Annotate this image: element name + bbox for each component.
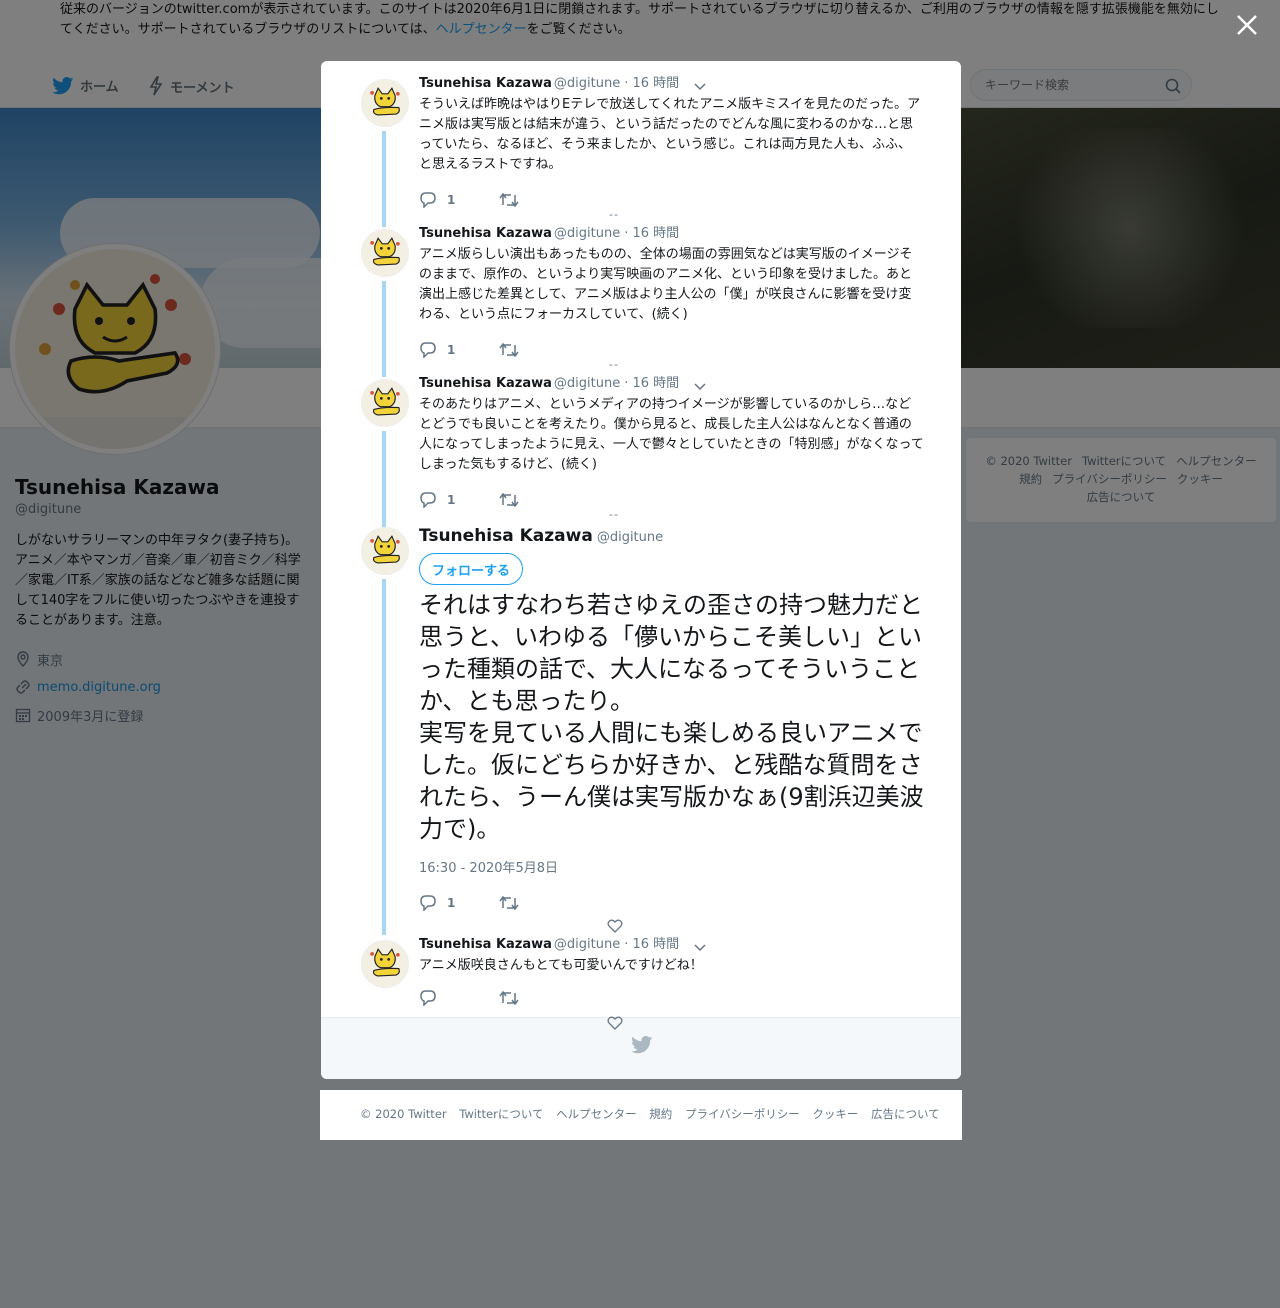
reply-icon (420, 342, 436, 358)
tweet-text: アニメ版らしい演出もあったものの、全体の場面の雰囲気などは実写版のイメージそのま… (419, 247, 913, 322)
tweet-header: Tsunehisa Kazawa @digitune · 16 時間 (419, 75, 679, 93)
retweet-button[interactable] (499, 492, 595, 508)
reply-button[interactable]: 1 (419, 895, 499, 911)
footer-link-about[interactable]: Twitterについて (459, 1107, 543, 1121)
tweet-author-name[interactable]: Tsunehisa Kazawa (419, 376, 552, 391)
tweet-author-name[interactable]: Tsunehisa Kazawa (419, 76, 552, 91)
chevron-down-icon[interactable] (693, 381, 707, 391)
reply-button[interactable]: 1 (419, 492, 499, 508)
close-icon[interactable] (1232, 10, 1262, 40)
footer-link-terms[interactable]: 規約 (649, 1107, 672, 1121)
tweet-header: Tsunehisa Kazawa @digitune · 16 時間 (419, 936, 679, 954)
thread-connector (382, 579, 386, 935)
retweet-icon (499, 342, 519, 358)
tweet-timestamp[interactable]: · 16 時間 (624, 76, 679, 91)
retweet-button[interactable] (499, 990, 595, 1006)
footer-copyright: © 2020 Twitter (360, 1107, 447, 1121)
thread-tweet[interactable]: Tsunehisa Kazawa @digitune · 16 時間 アニメ版らしい… (321, 225, 961, 377)
tweet-text: そのあたりはアニメ、というメディアの持つイメージが影響しているのかしら…などとど… (419, 397, 924, 472)
footer-link-help[interactable]: ヘルプセンター (556, 1107, 637, 1121)
tweet-author-handle[interactable]: @digitune (554, 937, 620, 952)
tweet-author-handle[interactable]: @digitune (597, 530, 663, 545)
like-heart-icon[interactable] (607, 919, 623, 933)
tweet-author-handle[interactable]: @digitune (554, 226, 620, 241)
chevron-down-icon[interactable] (693, 942, 707, 952)
reply-icon (420, 192, 436, 208)
reply-icon (420, 895, 436, 911)
thread-connector (382, 281, 386, 377)
thread-tweet[interactable]: Tsunehisa Kazawa @digitune · 16 時間 そういえば昨晩… (321, 75, 961, 227)
tweet-timestamp[interactable]: · 16 時間 (624, 937, 679, 952)
tweet-timestamp[interactable]: · 16 時間 (624, 226, 679, 241)
tweet-separator: -- (609, 508, 619, 521)
reply-icon (420, 990, 436, 1006)
reply-button[interactable] (419, 990, 499, 1006)
avatar[interactable] (361, 79, 409, 127)
focused-tweet-text-line: 実写を見ている人間にも楽しめる良いアニメでした。仮にどちらか好きか、と残酷な質問… (419, 719, 924, 843)
tweet-header: Tsunehisa Kazawa @digitune · 16 時間 (419, 225, 679, 243)
tweet-author-handle[interactable]: @digitune (554, 76, 620, 91)
reply-count: 1 (447, 493, 456, 507)
thread-connector (382, 131, 386, 227)
modal-footer (321, 1016, 961, 1079)
avatar[interactable] (361, 527, 409, 575)
tweet-author-handle[interactable]: @digitune (554, 376, 620, 391)
follow-button[interactable]: フォローする (419, 553, 524, 585)
tweet-text: そういえば昨晩はやはりEテレで放送してくれたアニメ版キミスイを見たのだった。アニ… (419, 97, 921, 172)
tweet-header: Tsunehisa Kazawa @digitune (419, 527, 663, 547)
tweet-thread-modal: Tsunehisa Kazawa @digitune · 16 時間 そういえば昨晩… (321, 61, 961, 1079)
reply-button[interactable]: 1 (419, 342, 499, 358)
thread-connector (382, 431, 386, 527)
retweet-icon (499, 990, 519, 1006)
like-heart-icon[interactable] (607, 1016, 623, 1030)
tweet-author-name[interactable]: Tsunehisa Kazawa (419, 226, 552, 241)
reply-button[interactable]: 1 (419, 192, 499, 208)
footer-link-privacy[interactable]: プライバシーポリシー (685, 1107, 800, 1121)
tweet-timestamp[interactable]: · 16 時間 (624, 376, 679, 391)
retweet-button[interactable] (499, 192, 595, 208)
footer-link-cookies[interactable]: クッキー (812, 1107, 858, 1121)
tweet-actions: 1 (419, 190, 595, 210)
tweet-actions: 1 (419, 893, 595, 913)
footer-link-ads[interactable]: 広告について (871, 1107, 940, 1121)
retweet-icon (499, 895, 519, 911)
reply-icon (420, 492, 436, 508)
twitter-bird-icon (631, 1036, 653, 1054)
reply-count: 1 (447, 896, 456, 910)
tweet-header: Tsunehisa Kazawa @digitune · 16 時間 (419, 375, 679, 393)
tweet-separator: -- (609, 358, 619, 371)
tweet-date[interactable]: 16:30 - 2020年5月8日 (419, 857, 558, 876)
avatar[interactable] (361, 229, 409, 277)
tweet-actions (419, 988, 595, 1008)
reply-count: 1 (447, 193, 456, 207)
tweet-separator: -- (609, 208, 619, 221)
retweet-button[interactable] (499, 342, 595, 358)
tweet-text: アニメ版咲良さんもとても可愛いんですけどね！ (419, 958, 703, 973)
focused-tweet-text-line: それはすなわち若さゆえの歪さの持つ魅力だと思うと、いわゆる「儚いからこそ美しい」… (419, 591, 923, 715)
retweet-icon (499, 492, 519, 508)
retweet-icon (499, 192, 519, 208)
avatar[interactable] (361, 379, 409, 427)
chevron-down-icon[interactable] (693, 81, 707, 91)
retweet-button[interactable] (499, 895, 595, 911)
tweet-actions: 1 (419, 490, 595, 510)
tweet-actions: 1 (419, 340, 595, 360)
avatar[interactable] (361, 940, 409, 988)
modal-bottom-footer: © 2020 Twitter Twitterについて ヘルプセンター 規約 プラ… (320, 1090, 962, 1140)
reply-tweet[interactable]: Tsunehisa Kazawa @digitune · 16 時間 アニメ版咲良さ… (321, 936, 961, 1016)
thread-tweet[interactable]: Tsunehisa Kazawa @digitune · 16 時間 そのあたりはア… (321, 375, 961, 527)
focused-tweet-text: それはすなわち若さゆえの歪さの持つ魅力だと思うと、いわゆる「儚いからこそ美しい」… (419, 589, 924, 845)
reply-count: 1 (447, 343, 456, 357)
tweet-author-name[interactable]: Tsunehisa Kazawa (419, 937, 552, 952)
focused-tweet: Tsunehisa Kazawa @digitune フォローする それはすなわち… (321, 527, 961, 937)
tweet-author-name[interactable]: Tsunehisa Kazawa (419, 526, 593, 546)
